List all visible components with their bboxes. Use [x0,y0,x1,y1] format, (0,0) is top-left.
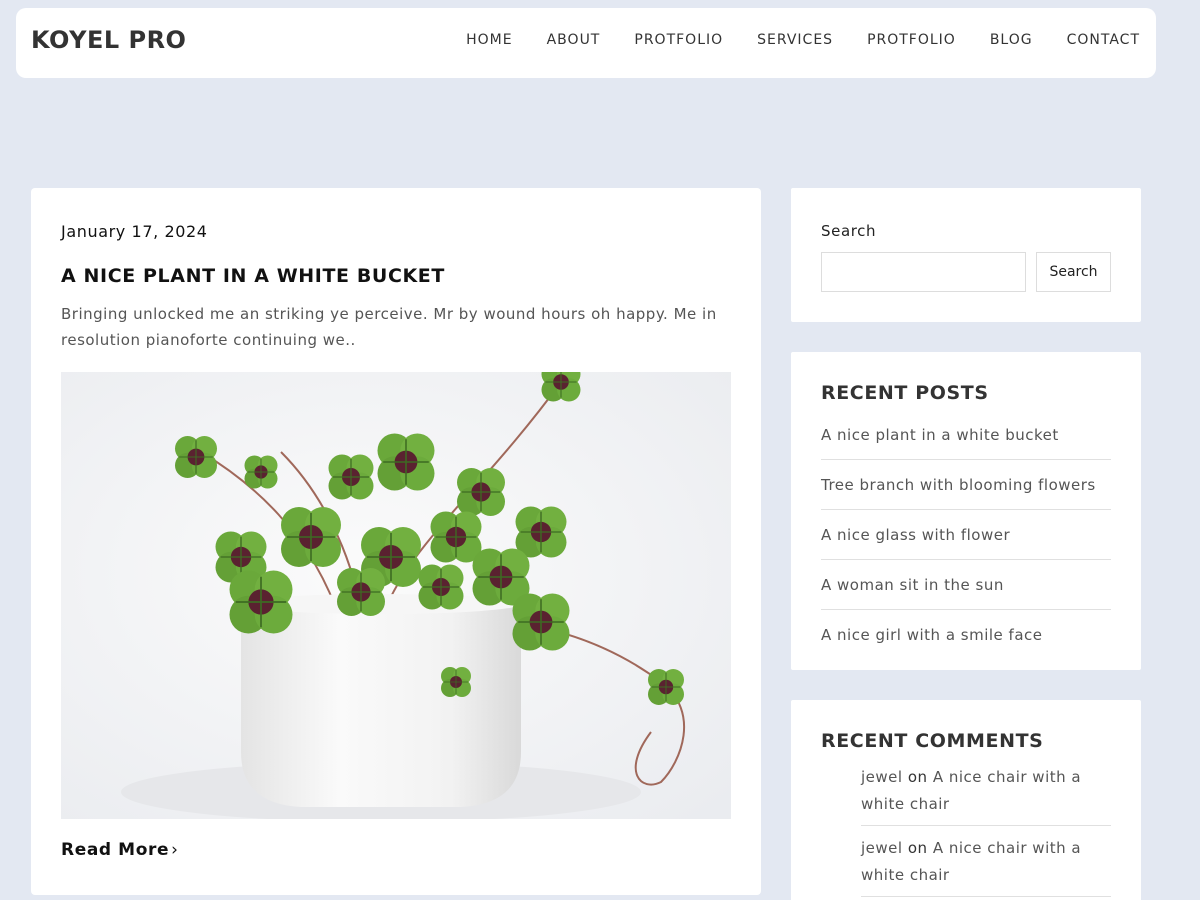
post-featured-image[interactable] [61,372,731,819]
comment-author-link[interactable]: jewel [861,768,903,786]
list-item: Tree branch with blooming flowers [821,470,1111,510]
nav-portfolio[interactable]: PROTFOLIO [634,32,723,48]
recent-post-link[interactable]: A woman sit in the sun [821,576,1004,594]
post-title[interactable]: A NICE PLANT IN A WHITE BUCKET [61,265,445,287]
recent-post-link[interactable]: Tree branch with blooming flowers [821,476,1096,494]
comment-author-link[interactable]: jewel [861,839,903,857]
recent-posts-widget: RECENT POSTS A nice plant in a white buc… [791,352,1141,670]
nav-blog[interactable]: BLOG [990,32,1033,48]
recent-comments-title: RECENT COMMENTS [821,730,1044,752]
blog-post-card: January 17, 2024 A NICE PLANT IN A WHITE… [31,188,761,895]
list-item: A nice girl with a smile face [821,620,1111,659]
recent-posts-title: RECENT POSTS [821,382,989,404]
nav-home[interactable]: HOME [466,32,512,48]
post-date: January 17, 2024 [61,222,208,241]
comment-on-text: on [907,768,928,786]
site-logo[interactable]: KOYEL PRO [31,26,186,54]
search-widget: Search Search [791,188,1141,322]
recent-posts-list: A nice plant in a white bucket Tree bran… [821,420,1111,669]
search-label: Search [821,222,877,240]
list-item: A nice glass with flower [821,520,1111,560]
comment-on-text: on [907,839,928,857]
read-more-label: Read More [61,840,170,860]
chevron-right-icon: › [171,840,179,860]
post-excerpt: Bringing unlocked me an striking ye perc… [61,305,717,349]
read-more-link[interactable]: Read More › [61,840,179,860]
nav-services[interactable]: SERVICES [757,32,833,48]
recent-comments-list: jewel on A nice chair with a white chair… [861,764,1111,900]
list-item: A nice plant in a white bucket [821,420,1111,460]
recent-post-link[interactable]: A nice girl with a smile face [821,626,1043,644]
nav-about[interactable]: ABOUT [547,32,601,48]
comment-item: jewel on A nice chair with a white chair [861,764,1111,826]
site-header: KOYEL PRO HOME ABOUT PROTFOLIO SERVICES … [16,8,1156,78]
nav-contact[interactable]: CONTACT [1067,32,1140,48]
main-nav: HOME ABOUT PROTFOLIO SERVICES PROTFOLIO … [466,32,1140,48]
recent-post-link[interactable]: A nice glass with flower [821,526,1010,544]
search-button[interactable]: Search [1036,252,1111,292]
recent-post-link[interactable]: A nice plant in a white bucket [821,426,1059,444]
comment-item: jewel on A nice chair with a white chair [861,835,1111,897]
recent-comments-widget: RECENT COMMENTS jewel on A nice chair wi… [791,700,1141,900]
list-item: A woman sit in the sun [821,570,1111,610]
search-input[interactable] [821,252,1026,292]
nav-portfolio-2[interactable]: PROTFOLIO [867,32,956,48]
